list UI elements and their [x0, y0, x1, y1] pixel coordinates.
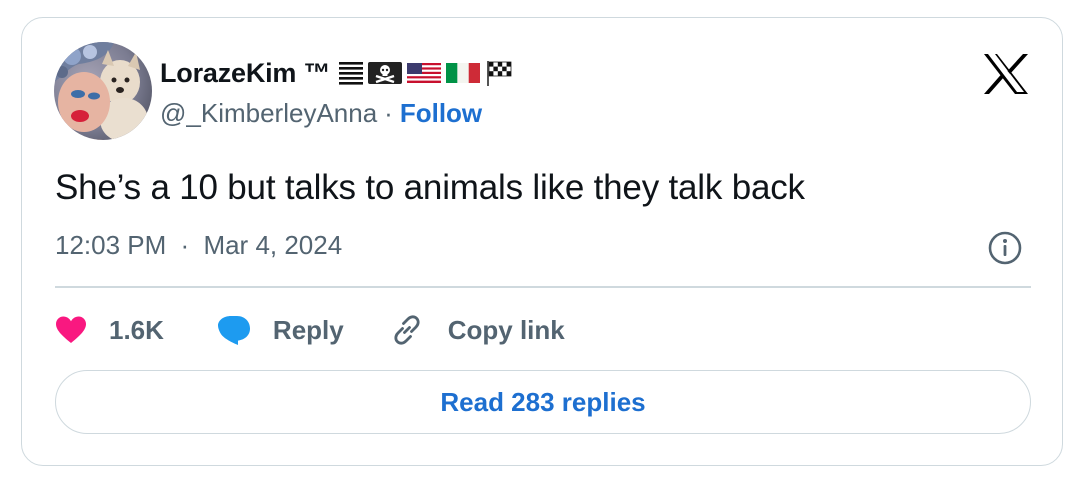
tweet-actions: 1.6K Reply Copy link: [55, 310, 565, 350]
tweet-embed-card: LorazeKim ™ @_KimberleyAnna · Follow She…: [21, 17, 1063, 466]
heart-icon: [56, 316, 86, 343]
read-replies-button[interactable]: Read 283 replies: [55, 370, 1031, 434]
timestamp-separator: ·: [180, 230, 190, 260]
tweet-date[interactable]: Mar 4, 2024: [203, 230, 342, 260]
copy-link-label: Copy link: [447, 314, 565, 345]
like-button[interactable]: 1.6K: [55, 315, 164, 346]
tweet-text: She’s a 10 but talks to animals like the…: [55, 168, 805, 207]
x-logo-icon[interactable]: [982, 52, 1030, 96]
author-handle[interactable]: @_KimberleyAnna: [160, 98, 377, 129]
read-replies-label: Read 283 replies: [440, 386, 646, 417]
reply-label: Reply: [272, 314, 344, 345]
follow-button[interactable]: Follow: [400, 98, 482, 129]
tweet-timestamp[interactable]: 12:03 PM · Mar 4, 2024: [55, 230, 342, 261]
avatar-image: [54, 42, 152, 140]
author-emoji-badges: [338, 59, 514, 87]
author-display-name[interactable]: LorazeKim ™: [160, 58, 331, 89]
reply-button[interactable]: Reply: [217, 314, 344, 346]
handle-separator: ·: [384, 98, 393, 128]
like-count: 1.6K: [109, 314, 164, 345]
reply-bubble-icon: [217, 316, 250, 345]
italy-flag-icon: [446, 63, 481, 83]
us-flag-icon: [407, 63, 442, 83]
author-handle-row: @_KimberleyAnna · Follow: [160, 98, 482, 129]
pride-flag-icon: [339, 62, 364, 85]
author-name-row: LorazeKim ™: [160, 56, 514, 90]
author-avatar[interactable]: [54, 42, 152, 140]
tweet-time[interactable]: 12:03 PM: [55, 230, 166, 260]
info-icon[interactable]: [987, 230, 1023, 266]
link-icon: [394, 315, 420, 345]
checkered-flag-icon: [487, 61, 512, 86]
pirate-flag-icon: [368, 62, 403, 84]
copy-link-button[interactable]: Copy link: [390, 313, 565, 347]
card-divider: [55, 286, 1031, 288]
